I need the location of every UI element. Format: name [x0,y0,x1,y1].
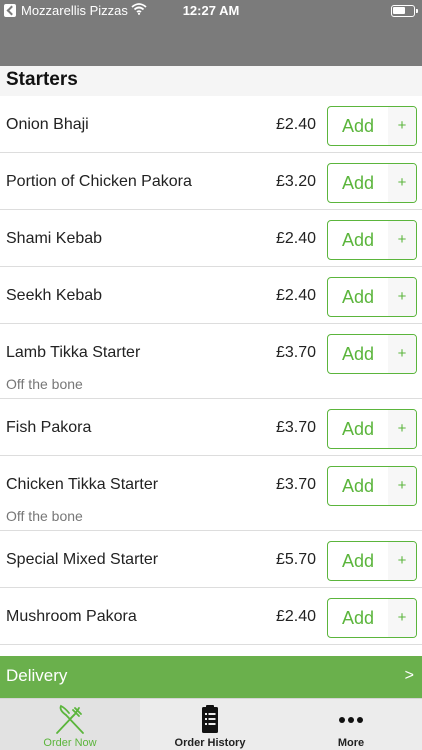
battery-icon [391,5,418,17]
item-price: £2.40 [275,230,316,247]
item-name: Mushroom Pakora [6,608,137,625]
navigation-bar [0,22,422,66]
add-button-label: Add [341,173,375,193]
item-name: Special Mixed Starter [6,551,159,568]
menu-item: Fish Pakora £3.70 Add + [0,399,422,456]
plus-icon: + [388,335,416,373]
add-to-order-button[interactable]: Add + [327,334,417,374]
tab-label: More [337,737,365,749]
add-to-order-button[interactable]: Add + [327,541,417,581]
add-to-order-button[interactable]: Add + [327,163,417,203]
item-price: £2.40 [275,116,316,133]
item-name: Chicken Tikka Starter [6,476,159,493]
add-to-order-button[interactable]: Add + [327,277,417,317]
tab-label: Order History [174,737,246,749]
add-button-label: Add [341,419,375,439]
clock-time: 12:27 AM [182,3,240,18]
add-to-order-button[interactable]: Add + [327,466,417,506]
plus-icon: + [388,599,416,637]
item-price: £3.70 [275,419,316,436]
menu-item: Lamb Tikka Starter Off the bone £3.70 Ad… [0,324,422,399]
menu-item: Seekh Kebab £2.40 Add + [0,267,422,324]
item-name: Seekh Kebab [6,287,103,304]
tab-bar: Order Now Order History More [0,698,422,750]
menu-item: Portion of Chicken Pakora £3.20 Add + [0,153,422,210]
plus-icon: + [388,107,416,145]
delivery-bar[interactable]: Delivery > [0,656,422,698]
item-name: Shami Kebab [6,230,103,247]
item-price: £3.20 [275,173,316,190]
add-button-label: Add [341,476,375,496]
item-price: £2.40 [275,608,316,625]
add-button-label: Add [341,230,375,250]
plus-icon: + [388,278,416,316]
add-to-order-button[interactable]: Add + [327,409,417,449]
item-name: Onion Bhaji [6,116,89,133]
status-bar: Mozzarellis Pizzas 12:27 AM [0,0,422,22]
item-price: £3.70 [275,344,316,361]
add-to-order-button[interactable]: Add + [327,598,417,638]
ellipsis-icon [339,717,363,723]
add-to-order-button[interactable]: Add + [327,106,417,146]
item-price: £5.70 [275,551,316,568]
item-name: Fish Pakora [6,419,92,436]
menu-item: Chicken Tikka Starter Off the bone £3.70… [0,456,422,531]
receipt-list-icon [202,705,218,733]
item-description: Off the bone [6,508,83,524]
item-description: Off the bone [6,376,83,392]
section-title: Starters [6,69,78,90]
add-button-label: Add [341,608,375,628]
chevron-right-icon: > [404,667,414,684]
tab-order-now[interactable]: Order Now [0,699,140,750]
tab-more[interactable]: More [280,699,422,750]
add-to-order-button[interactable]: Add + [327,220,417,260]
add-button-label: Add [341,551,375,571]
plus-icon: + [388,542,416,580]
menu-item: Special Mixed Starter £5.70 Add + [0,531,422,588]
plus-icon: + [388,164,416,202]
tab-label: Order Now [43,737,97,749]
menu-item: Mushroom Pakora £2.40 Add + [0,588,422,645]
plus-icon: + [388,221,416,259]
menu-item-list[interactable]: Onion Bhaji £2.40 Add + Portion of Chick… [0,96,422,656]
plus-icon: + [388,467,416,505]
tab-order-history[interactable]: Order History [140,699,280,750]
menu-item: Shami Kebab £2.40 Add + [0,210,422,267]
plus-icon: + [388,410,416,448]
item-name: Portion of Chicken Pakora [6,173,192,190]
delivery-label: Delivery [6,666,68,685]
add-button-label: Add [341,116,375,136]
add-button-label: Add [341,344,375,364]
item-name: Lamb Tikka Starter [6,344,141,361]
add-button-label: Add [341,287,375,307]
fork-knife-icon [56,704,84,734]
item-price: £3.70 [275,476,316,493]
item-price: £2.40 [275,287,316,304]
menu-item: Onion Bhaji £2.40 Add + [0,96,422,153]
section-header: Starters [0,66,422,96]
